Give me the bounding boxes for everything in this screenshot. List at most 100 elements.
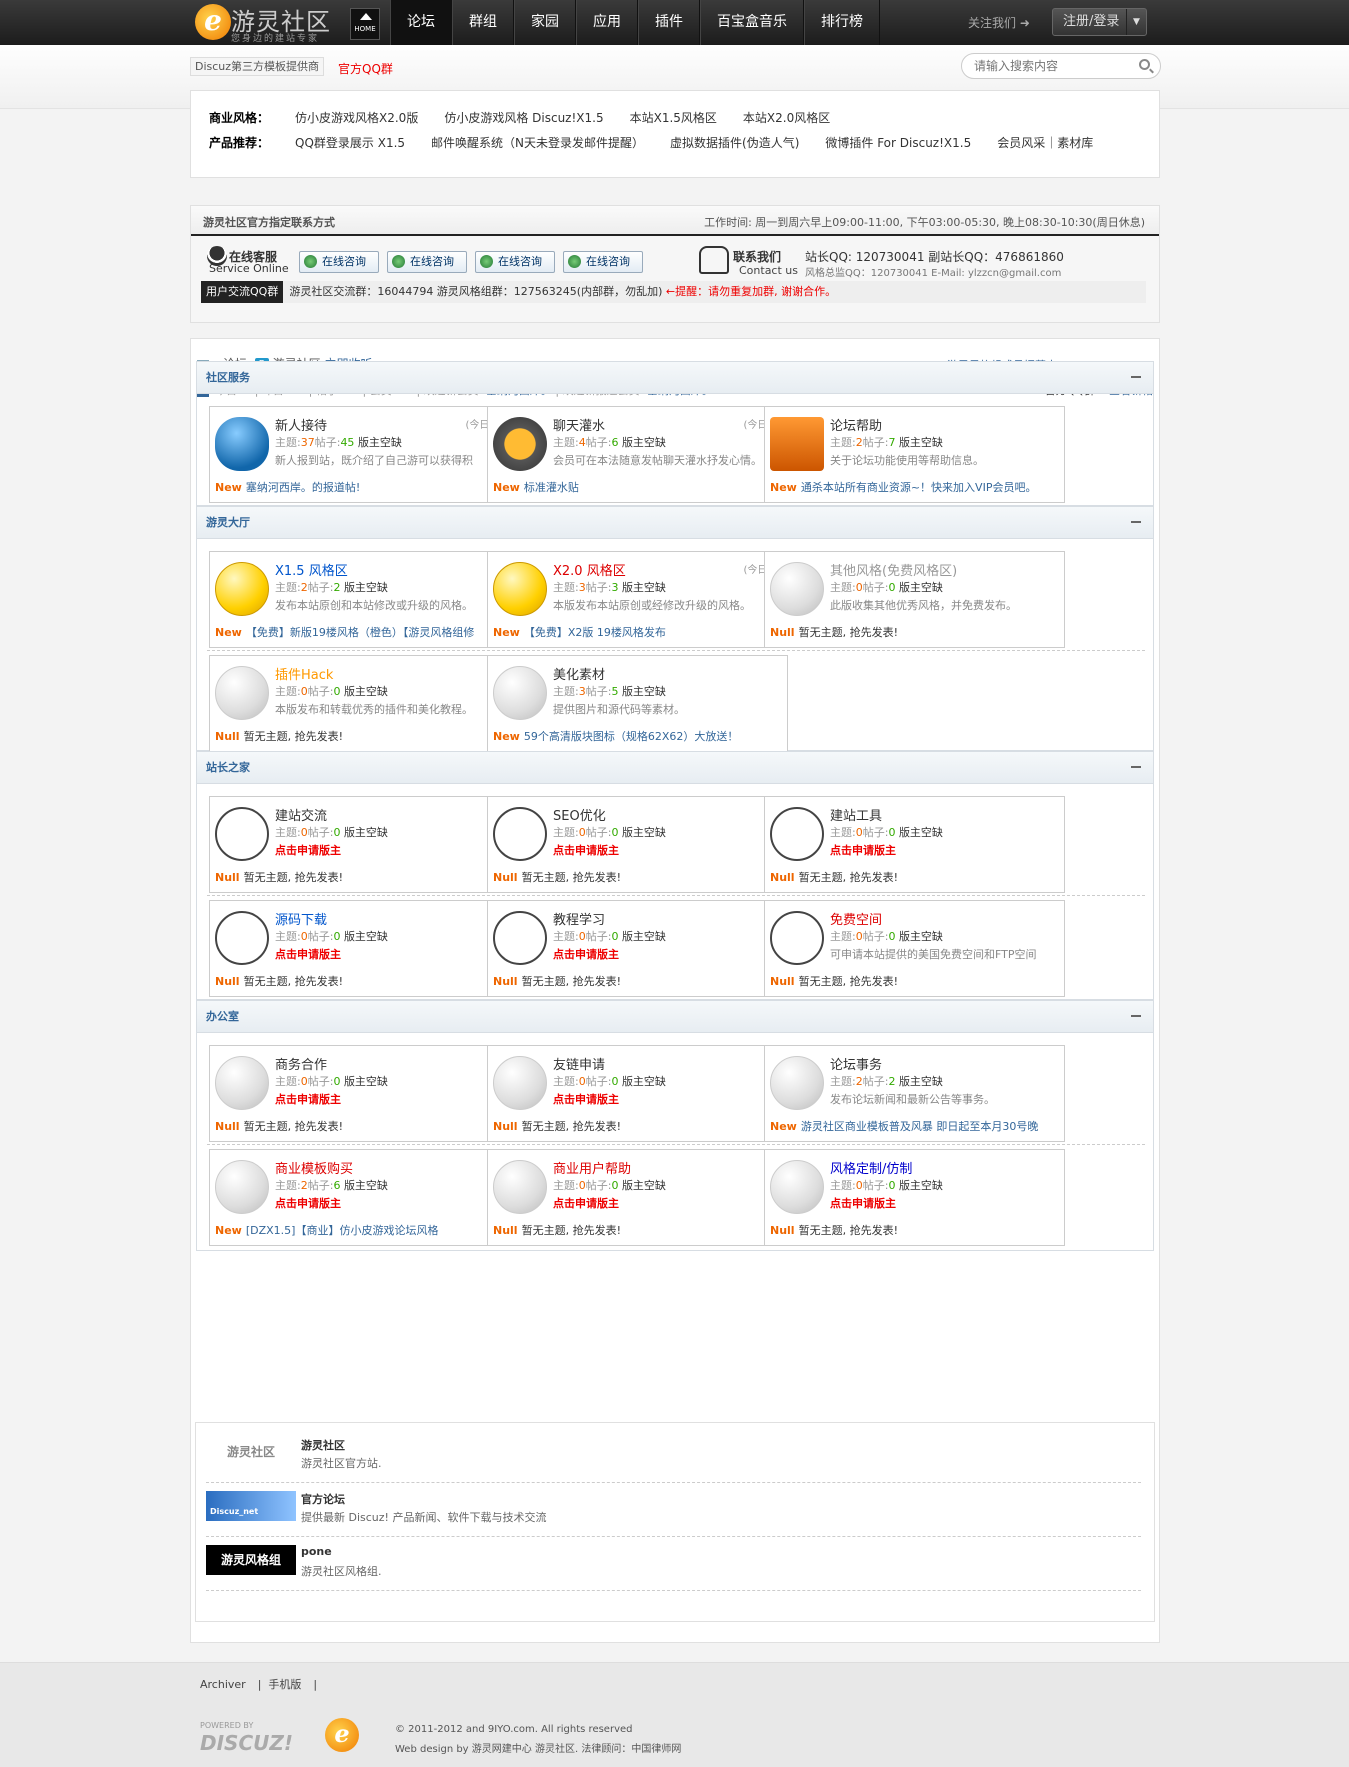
forum-name[interactable]: 论坛事务	[830, 1054, 882, 1073]
latest-thread[interactable]: Null 暂无主题, 抢先发表!	[770, 973, 1060, 989]
forum-name[interactable]: 免费空间	[830, 909, 882, 928]
section-header[interactable]: 站长之家	[197, 752, 1153, 784]
forum-card[interactable]: SEO优化 主题:0帖子:0 版主空缺 点击申请版主 Null 暂无主题, 抢先发表!	[487, 796, 788, 893]
latest-thread[interactable]: Null 暂无主题, 抢先发表!	[215, 869, 505, 885]
follow-us-link[interactable]: 关注我们 ➜	[968, 14, 1030, 31]
forum-card[interactable]: 风格定制/仿制 主题:0帖子:0 版主空缺 点击申请版主 Null 暂无主题, 抢先发表…	[764, 1149, 1065, 1246]
latest-thread-link[interactable]: 【免费】新版19楼风格（橙色）【游灵风格组修	[246, 626, 475, 639]
nav-item[interactable]: 应用	[576, 0, 638, 45]
friend-link-logo[interactable]: 游灵风格组	[206, 1545, 296, 1575]
apply-moderator-link[interactable]: 点击申请版主	[830, 842, 1055, 858]
latest-thread[interactable]: Null 暂无主题, 抢先发表!	[493, 869, 783, 885]
nav-item[interactable]: 家园	[514, 0, 576, 45]
home-button[interactable]: HOME	[350, 8, 380, 40]
latest-thread[interactable]: New 标准灌水贴	[493, 479, 783, 495]
nav-item[interactable]: 百宝盒音乐	[700, 0, 804, 45]
latest-thread[interactable]: Null 暂无主题, 抢先发表!	[215, 1118, 505, 1134]
forum-name[interactable]: 风格定制/仿制	[830, 1158, 912, 1177]
forum-name[interactable]: 美化素材	[553, 664, 605, 683]
latest-thread[interactable]: Null 暂无主题, 抢先发表!	[215, 728, 505, 744]
forum-card[interactable]: 插件Hack 主题:0帖子:0 版主空缺 本版发布和转载优秀的插件和美化教程。 Nul…	[209, 655, 510, 752]
forum-name[interactable]: 其他风格(免费风格区)	[830, 560, 957, 579]
forum-name[interactable]: 商业模板购买	[275, 1158, 353, 1177]
forum-name[interactable]: 论坛帮助	[830, 415, 882, 434]
forum-card[interactable]: 商务合作 主题:0帖子:0 版主空缺 点击申请版主 Null 暂无主题, 抢先发表!	[209, 1045, 510, 1142]
forum-card[interactable]: 论坛帮助 主题:2帖子:7 版主空缺 关于论坛功能使用等帮助信息。 New 通杀本站所有…	[764, 406, 1065, 503]
nav-item[interactable]: 插件	[638, 0, 700, 45]
forum-card[interactable]: 论坛事务 主题:2帖子:2 版主空缺 发布论坛新闻和最新公告等事务。 New 游灵社区商…	[764, 1045, 1065, 1142]
forum-card[interactable]: 免费空间 主题:0帖子:0 版主空缺 可申请本站提供的美国免费空间和FTP空间 Nul…	[764, 900, 1065, 997]
section-header[interactable]: 社区服务	[197, 362, 1153, 394]
forum-name[interactable]: 插件Hack	[275, 664, 333, 683]
apply-moderator-link[interactable]: 点击申请版主	[830, 1195, 1055, 1211]
forum-name[interactable]: 商业用户帮助	[553, 1158, 631, 1177]
forum-card[interactable]: 美化素材 主题:3帖子:5 版主空缺 提供图片和源代码等素材。 New 59个高清版块图…	[487, 655, 788, 752]
archiver-link[interactable]: Archiver	[200, 1678, 246, 1691]
friend-link-logo[interactable]: Discuz_net	[206, 1491, 296, 1521]
nav-item[interactable]: 论坛	[390, 0, 452, 45]
biz-style-link[interactable]: 仿小皮游戏风格 Discuz!X1.5	[444, 109, 603, 126]
consult-button-1[interactable]: 在线咨询	[299, 251, 379, 273]
latest-thread[interactable]: Null 暂无主题, 抢先发表!	[770, 869, 1060, 885]
latest-thread-link[interactable]: 通杀本站所有商业资源~！快来加入VIP会员吧。	[801, 481, 1037, 494]
product-link[interactable]: 微博插件 For Discuz!X1.5	[825, 134, 971, 151]
forum-card[interactable]: 其他风格(免费风格区) 主题:0帖子:0 版主空缺 此版收集其他优秀风格，并免费发布…	[764, 551, 1065, 648]
biz-style-link[interactable]: 仿小皮游戏风格X2.0版	[295, 109, 418, 126]
friend-link-row[interactable]: 游灵社区 游灵社区 游灵社区官方站.	[206, 1429, 1141, 1483]
apply-moderator-link[interactable]: 点击申请版主	[553, 1091, 778, 1107]
forum-name[interactable]: 建站交流	[275, 805, 327, 824]
forum-name[interactable]: 建站工具	[830, 805, 882, 824]
latest-thread-link[interactable]: 塞纳河西岸。的报道帖!	[246, 481, 360, 494]
forum-name[interactable]: 友链申请	[553, 1054, 605, 1073]
forum-card[interactable]: X2.0 风格区(今日:2)主题:3帖子:3 版主空缺本版发布本站原创或经修改升…	[487, 551, 788, 648]
consult-button-4[interactable]: 在线咨询	[563, 251, 643, 273]
friend-link-row[interactable]: Discuz_net 官方论坛 提供最新 Discuz! 产品新闻、软件下载与技术交…	[206, 1483, 1141, 1537]
nav-item[interactable]: 群组	[452, 0, 514, 45]
friend-link-title[interactable]: 官方论坛	[301, 1491, 345, 1507]
forum-card[interactable]: 建站工具 主题:0帖子:0 版主空缺 点击申请版主 Null 暂无主题, 抢先发表!	[764, 796, 1065, 893]
latest-thread[interactable]: Null 暂无主题, 抢先发表!	[770, 1222, 1060, 1238]
forum-card[interactable]: 友链申请 主题:0帖子:0 版主空缺 点击申请版主 Null 暂无主题, 抢先发表!	[487, 1045, 788, 1142]
forum-name[interactable]: 源码下载	[275, 909, 327, 928]
forum-card[interactable]: 聊天灌水(今日:1)主题:4帖子:6 版主空缺会员可在本法随意发帖聊天灌水抒发心…	[487, 406, 788, 503]
site-logo[interactable]: e 游灵社区 您身边的建站专家	[195, 2, 345, 44]
biz-style-link[interactable]: 本站X2.0风格区	[743, 109, 830, 126]
search-icon[interactable]	[1139, 59, 1150, 70]
forum-name[interactable]: SEO优化	[553, 805, 606, 824]
consult-button-3[interactable]: 在线咨询	[475, 251, 555, 273]
official-qq-group-link[interactable]: 官方QQ群	[338, 60, 393, 77]
latest-thread[interactable]: New 塞纳河西岸。的报道帖!	[215, 479, 505, 495]
latest-thread[interactable]: Null 暂无主题, 抢先发表!	[493, 973, 783, 989]
forum-name[interactable]: X1.5 风格区	[275, 560, 348, 579]
forum-card[interactable]: 商业模板购买 主题:2帖子:6 版主空缺 点击申请版主 New [DZX1.5]【商业】…	[209, 1149, 510, 1246]
latest-thread[interactable]: Null 暂无主题, 抢先发表!	[770, 624, 1060, 640]
search-input[interactable]	[974, 59, 1134, 73]
latest-thread-link[interactable]: 标准灌水贴	[524, 481, 579, 494]
consult-button-2[interactable]: 在线咨询	[387, 251, 467, 273]
mobile-link[interactable]: 手机版	[268, 1678, 301, 1691]
latest-thread-link[interactable]: 59个高清版块图标（规格62X62）大放送！	[524, 730, 739, 743]
latest-thread[interactable]: Null 暂无主题, 抢先发表!	[493, 1222, 783, 1238]
latest-thread[interactable]: Null 暂无主题, 抢先发表!	[215, 973, 505, 989]
latest-thread[interactable]: New 59个高清版块图标（规格62X62）大放送！	[493, 728, 783, 744]
friend-link-logo[interactable]: 游灵社区	[206, 1437, 296, 1467]
forum-name[interactable]: 商务合作	[275, 1054, 327, 1073]
latest-thread[interactable]: New 通杀本站所有商业资源~！快来加入VIP会员吧。	[770, 479, 1060, 495]
apply-moderator-link[interactable]: 点击申请版主	[275, 946, 500, 962]
apply-moderator-link[interactable]: 点击申请版主	[553, 946, 778, 962]
chevron-down-icon[interactable]: ▼	[1126, 9, 1146, 35]
friend-link-title[interactable]: pone	[301, 1545, 332, 1558]
section-header[interactable]: 办公室	[197, 1001, 1153, 1033]
collapse-icon[interactable]	[1131, 766, 1141, 768]
latest-thread[interactable]: New 【免费】X2版 19楼风格发布	[493, 624, 783, 640]
latest-thread[interactable]: Null 暂无主题, 抢先发表!	[493, 1118, 783, 1134]
apply-moderator-link[interactable]: 点击申请版主	[553, 1195, 778, 1211]
biz-style-link[interactable]: 本站X1.5风格区	[630, 109, 717, 126]
collapse-icon[interactable]	[1131, 521, 1141, 523]
collapse-icon[interactable]	[1131, 376, 1141, 378]
collapse-icon[interactable]	[1131, 1015, 1141, 1017]
forum-card[interactable]: 建站交流 主题:0帖子:0 版主空缺 点击申请版主 Null 暂无主题, 抢先发表!	[209, 796, 510, 893]
latest-thread[interactable]: New 游灵社区商业模板普及风暴 即日起至本月30号晚	[770, 1118, 1060, 1134]
apply-moderator-link[interactable]: 点击申请版主	[275, 842, 500, 858]
apply-moderator-link[interactable]: 点击申请版主	[553, 842, 778, 858]
